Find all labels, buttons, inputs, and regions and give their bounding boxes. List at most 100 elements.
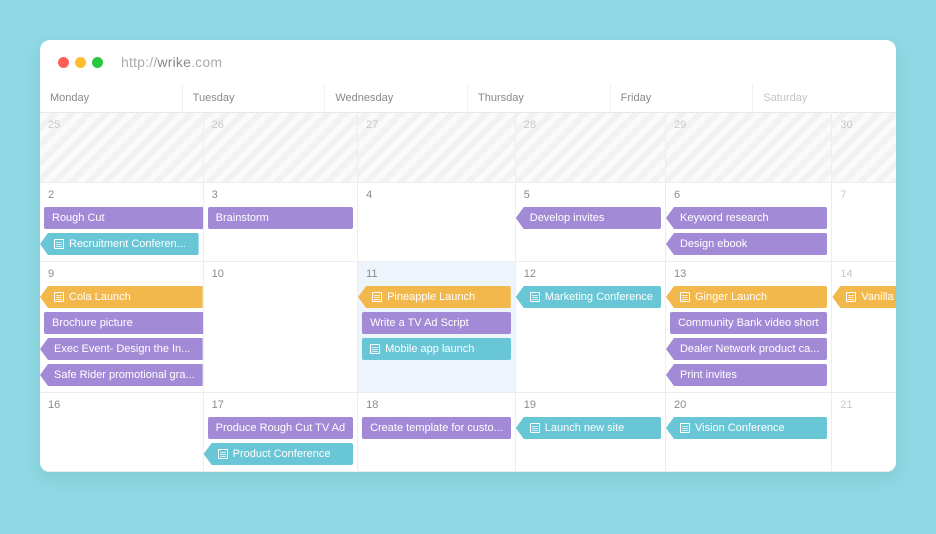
calendar-cell[interactable]: 3Brainstorm xyxy=(204,183,358,262)
event-icon xyxy=(680,292,690,302)
day-number: 10 xyxy=(208,268,353,286)
calendar-cell[interactable]: 6Keyword researchDesign ebook xyxy=(666,183,832,262)
calendar-event[interactable]: Produce Rough Cut TV Ad xyxy=(208,417,353,439)
browser-bar: http://wrike.com xyxy=(40,40,896,84)
calendar-cell[interactable]: 14Vanilla Launch xyxy=(832,262,896,393)
calendar-cell[interactable]: 2Rough Cut Recruitment Conferen... xyxy=(40,183,204,262)
day-number: 19 xyxy=(520,399,661,417)
calendar-cell[interactable]: 5Develop invites xyxy=(516,183,666,262)
day-number: 12 xyxy=(520,268,661,286)
event-label: Ginger Launch xyxy=(695,286,767,308)
event-label: Safe Rider promotional gra... xyxy=(54,364,195,386)
event-icon xyxy=(54,292,64,302)
calendar-cell[interactable]: 13Ginger LaunchCommunity Bank video shor… xyxy=(666,262,832,393)
calendar-event[interactable]: Recruitment Conferen... xyxy=(40,233,199,255)
events-container: Create template for custo... xyxy=(362,417,511,439)
calendar-event[interactable]: Safe Rider promotional gra... xyxy=(40,364,203,386)
calendar-cell[interactable]: 17Produce Rough Cut TV AdProduct Confere… xyxy=(204,393,358,472)
event-icon xyxy=(846,292,856,302)
event-label: Marketing Conference xyxy=(545,286,653,308)
calendar-event[interactable]: Vision Conference xyxy=(666,417,827,439)
events-container: Vision Conference xyxy=(670,417,827,439)
event-icon xyxy=(54,239,64,249)
maximize-icon[interactable] xyxy=(92,57,103,68)
events-container: Ginger Launch Community Bank video short D… xyxy=(670,286,827,386)
calendar-cell[interactable]: 4 xyxy=(358,183,516,262)
calendar-event[interactable]: Keyword research xyxy=(666,207,827,229)
day-number: 25 xyxy=(44,119,199,137)
calendar-event[interactable]: Print invites xyxy=(666,364,827,386)
day-number: 26 xyxy=(208,119,353,137)
calendar-event[interactable]: Community Bank video short xyxy=(670,312,827,334)
calendar-event[interactable]: Rough Cut xyxy=(44,207,203,229)
calendar-cell[interactable]: 21 xyxy=(832,393,896,472)
calendar-event[interactable]: Launch new site xyxy=(516,417,661,439)
day-number: 20 xyxy=(670,399,827,417)
calendar-event[interactable]: Write a TV Ad Script xyxy=(362,312,511,334)
event-label: Print invites xyxy=(680,364,737,386)
url-prefix: http:// xyxy=(121,54,157,70)
calendar-event[interactable]: Dealer Network product ca... xyxy=(666,338,827,360)
event-icon xyxy=(530,423,540,433)
calendar-cell[interactable]: 11Pineapple LaunchWrite a TV Ad ScriptMo… xyxy=(358,262,516,393)
event-label: Recruitment Conferen... xyxy=(69,233,186,255)
calendar-cell[interactable]: 18Create template for custo... xyxy=(358,393,516,472)
calendar-cell[interactable]: 10 xyxy=(204,262,358,393)
calendar-event[interactable]: Exec Event- Design the In... xyxy=(40,338,203,360)
calendar-event[interactable]: Cola Launch xyxy=(40,286,203,308)
day-number: 29 xyxy=(670,119,827,137)
calendar-cell[interactable]: 26 xyxy=(204,113,358,183)
calendar-cell[interactable]: 16 xyxy=(40,393,204,472)
day-number: 9 xyxy=(44,268,199,286)
events-container: Keyword researchDesign ebook xyxy=(670,207,827,255)
calendar-cell[interactable]: 30 xyxy=(832,113,896,183)
close-icon[interactable] xyxy=(58,57,69,68)
event-label: Produce Rough Cut TV Ad xyxy=(216,417,345,439)
calendar-event[interactable]: Design ebook xyxy=(666,233,827,255)
day-number: 7 xyxy=(836,189,896,207)
calendar-cell[interactable]: 25 xyxy=(40,113,204,183)
calendar-event[interactable]: Brochure picture xyxy=(44,312,203,334)
day-number: 3 xyxy=(208,189,353,207)
event-label: Launch new site xyxy=(545,417,625,439)
events-container: Produce Rough Cut TV AdProduct Conferenc… xyxy=(208,417,353,465)
events-container: Brainstorm xyxy=(208,207,353,229)
events-container: Vanilla Launch xyxy=(836,286,896,308)
calendar-cell[interactable]: 29 xyxy=(666,113,832,183)
day-number: 2 xyxy=(44,189,199,207)
calendar-event[interactable]: Vanilla Launch xyxy=(832,286,896,308)
events-container: Develop invites xyxy=(520,207,661,229)
minimize-icon[interactable] xyxy=(75,57,86,68)
calendar-event[interactable]: Pineapple Launch xyxy=(358,286,511,308)
calendar-event[interactable]: Create template for custo... xyxy=(362,417,511,439)
calendar-cell[interactable]: 27 xyxy=(358,113,516,183)
calendar-cell[interactable]: 19Launch new site xyxy=(516,393,666,472)
events-container: Pineapple LaunchWrite a TV Ad ScriptMobi… xyxy=(362,286,511,360)
day-header: Friday xyxy=(611,84,754,112)
calendar-cell[interactable]: 20Vision Conference xyxy=(666,393,832,472)
calendar-cell[interactable]: 9Cola Launch Brochure picture Exec Event- … xyxy=(40,262,204,393)
event-label: Create template for custo... xyxy=(370,417,503,439)
calendar-event[interactable]: Develop invites xyxy=(516,207,661,229)
event-label: Exec Event- Design the In... xyxy=(54,338,190,360)
day-number: 21 xyxy=(836,399,896,417)
calendar-event[interactable]: Mobile app launch xyxy=(362,338,511,360)
day-number: 6 xyxy=(670,189,827,207)
day-number: 5 xyxy=(520,189,661,207)
calendar-event[interactable]: Brainstorm xyxy=(208,207,353,229)
event-label: Dealer Network product ca... xyxy=(680,338,819,360)
address-bar[interactable]: http://wrike.com xyxy=(121,54,222,70)
event-label: Brochure picture xyxy=(52,312,133,334)
calendar-cell[interactable]: 7 xyxy=(832,183,896,262)
url-host: wrike xyxy=(157,54,191,70)
calendar-cell[interactable]: 12Marketing Conference xyxy=(516,262,666,393)
day-number: 27 xyxy=(362,119,511,137)
calendar-event[interactable]: Ginger Launch xyxy=(666,286,827,308)
event-label: Rough Cut xyxy=(52,207,105,229)
event-icon xyxy=(372,292,382,302)
event-label: Develop invites xyxy=(530,207,605,229)
day-number: 11 xyxy=(362,268,511,286)
calendar-event[interactable]: Marketing Conference xyxy=(516,286,661,308)
calendar-cell[interactable]: 28 xyxy=(516,113,666,183)
calendar-event[interactable]: Product Conference xyxy=(204,443,353,465)
